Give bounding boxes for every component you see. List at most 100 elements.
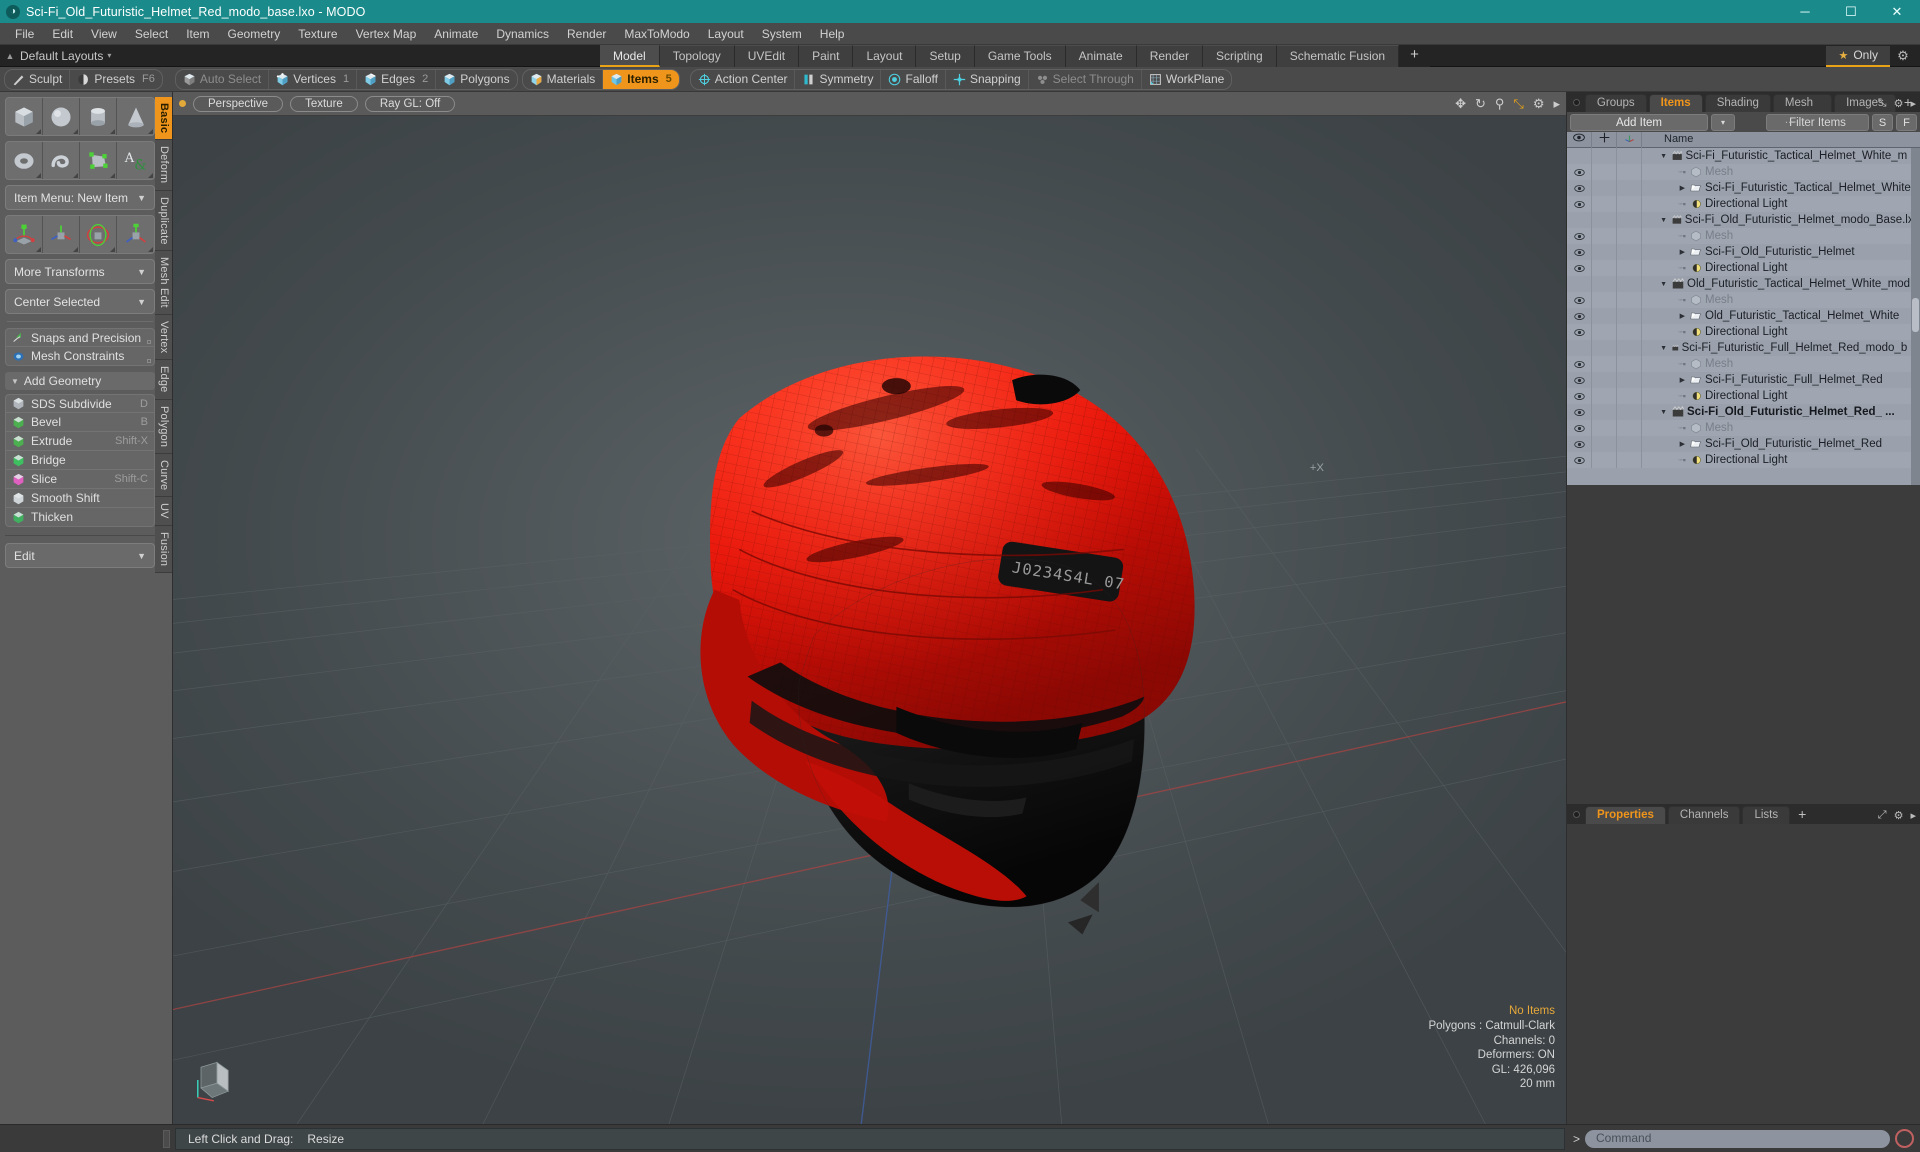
item-visibility-toggle[interactable] bbox=[1567, 292, 1592, 308]
item-lock-toggle[interactable] bbox=[1592, 164, 1617, 180]
filter-s-button[interactable]: S bbox=[1872, 113, 1893, 131]
item-lock-toggle[interactable] bbox=[1592, 404, 1617, 420]
item-transform-toggle[interactable] bbox=[1617, 340, 1642, 356]
item-list-scrollbar[interactable] bbox=[1911, 148, 1920, 485]
item-row[interactable]: ┈▪ Directional Light bbox=[1567, 324, 1920, 340]
viewport-more-icon[interactable]: ▸ bbox=[1553, 96, 1560, 112]
snaps-and-precision-row[interactable]: Snaps and Precision bbox=[5, 328, 155, 347]
panel-settings-icon[interactable]: ⚙ bbox=[1894, 809, 1904, 822]
menu-item-item[interactable]: Item bbox=[177, 23, 218, 45]
item-name-cell[interactable]: ▼ Sci-Fi_Old_Futuristic_Helmet_Red_ ... bbox=[1642, 406, 1920, 418]
menu-item-view[interactable]: View bbox=[82, 23, 126, 45]
item-visibility-toggle[interactable] bbox=[1567, 372, 1592, 388]
layout-tab-render[interactable]: Render bbox=[1136, 45, 1204, 67]
filter-f-button[interactable]: F bbox=[1896, 113, 1917, 131]
item-transform-toggle[interactable] bbox=[1617, 180, 1642, 196]
geometry-tool-bridge[interactable]: Bridge bbox=[5, 451, 155, 470]
rotate-tool[interactable] bbox=[80, 216, 117, 253]
item-visibility-toggle[interactable] bbox=[1567, 180, 1592, 196]
3d-viewport[interactable]: Perspective Texture Ray GL: Off ✥ ↻ ⚲ ⤡ ⚙ ▸ bbox=[173, 92, 1567, 1124]
item-transform-toggle[interactable] bbox=[1617, 436, 1642, 452]
panel-tab-items[interactable]: Items bbox=[1648, 94, 1703, 112]
geometry-tool-slice[interactable]: Slice Shift-C bbox=[5, 470, 155, 489]
menu-item-dynamics[interactable]: Dynamics bbox=[487, 23, 558, 45]
panel-tab-mesh[interactable]: Mesh ... bbox=[1772, 94, 1833, 126]
item-visibility-toggle[interactable] bbox=[1567, 452, 1592, 468]
spiral-tool[interactable] bbox=[43, 142, 80, 179]
menu-item-render[interactable]: Render bbox=[558, 23, 615, 45]
item-lock-toggle[interactable] bbox=[1592, 196, 1617, 212]
item-row[interactable]: ▶ Old_Futuristic_Tactical_Helmet_White bbox=[1567, 308, 1920, 324]
menu-item-texture[interactable]: Texture bbox=[289, 23, 346, 45]
item-visibility-toggle[interactable] bbox=[1567, 164, 1592, 180]
layout-tab-animate[interactable]: Animate bbox=[1065, 45, 1137, 67]
shading-mode-texture[interactable]: Texture bbox=[290, 95, 358, 112]
item-row[interactable]: ▼ Sci-Fi_Futuristic_Full_Helmet_Red_modo_… bbox=[1567, 340, 1920, 356]
add-layout-tab-button[interactable]: + bbox=[1399, 45, 1430, 67]
layout-tab-model[interactable]: Model bbox=[600, 45, 660, 67]
item-row[interactable]: ▶ Sci-Fi_Futuristic_Tactical_Helmet_White bbox=[1567, 180, 1920, 196]
toolbox-vtab-curve[interactable]: Curve bbox=[155, 454, 172, 498]
panel-tab-shading[interactable]: Shading bbox=[1704, 94, 1771, 112]
item-transform-toggle[interactable] bbox=[1617, 244, 1642, 260]
twirl-down-icon[interactable]: ▼ bbox=[1660, 345, 1667, 352]
geometry-tool-extrude[interactable]: Extrude Shift-X bbox=[5, 432, 155, 451]
filter-items-input[interactable]: Filter Items bbox=[1766, 113, 1869, 131]
text-tool[interactable]: A & bbox=[117, 142, 154, 179]
rotate-icon[interactable]: ↻ bbox=[1475, 96, 1486, 112]
item-name-cell[interactable]: ▼ Old_Futuristic_Tactical_Helmet_White_mo… bbox=[1642, 278, 1920, 290]
close-button[interactable]: ✕ bbox=[1874, 0, 1920, 23]
scrollbar-thumb[interactable] bbox=[1912, 298, 1919, 332]
item-name-cell[interactable]: ┈▪ Directional Light bbox=[1642, 390, 1920, 402]
geometry-tool-sds-subdivide[interactable]: SDS Subdivide D bbox=[5, 394, 155, 413]
twirl-right-icon[interactable]: ▶ bbox=[1680, 440, 1685, 448]
mode-button-snapping[interactable]: Snapping bbox=[946, 69, 1029, 89]
only-button[interactable]: ★ Only bbox=[1826, 45, 1890, 67]
layout-collapse-icon[interactable]: ▲ bbox=[0, 51, 20, 61]
item-lock-toggle[interactable] bbox=[1592, 388, 1617, 404]
item-visibility-toggle[interactable] bbox=[1567, 340, 1592, 356]
default-layouts-label[interactable]: Default Layouts bbox=[20, 49, 107, 63]
item-visibility-toggle[interactable] bbox=[1567, 404, 1592, 420]
item-name-cell[interactable]: ▼ Sci-Fi_Futuristic_Tactical_Helmet_White… bbox=[1642, 150, 1920, 162]
mode-button-auto-select[interactable]: Auto Select bbox=[176, 69, 270, 89]
panel-menu-dot-icon[interactable] bbox=[1573, 99, 1580, 106]
item-name-cell[interactable]: ┈▪ Directional Light bbox=[1642, 262, 1920, 274]
mode-button-falloff[interactable]: Falloff bbox=[881, 69, 946, 89]
maximize-button[interactable]: ☐ bbox=[1828, 0, 1874, 23]
axis-gizmo-icon[interactable] bbox=[193, 1056, 241, 1104]
menu-item-system[interactable]: System bbox=[753, 23, 811, 45]
item-name-cell[interactable]: ▶ Old_Futuristic_Tactical_Helmet_White bbox=[1642, 310, 1920, 322]
item-name-cell[interactable]: ┈▪ Directional Light bbox=[1642, 326, 1920, 338]
status-grip-icon[interactable] bbox=[163, 1129, 170, 1148]
mode-button-vertices[interactable]: Vertices 1 bbox=[269, 69, 358, 89]
expand-panel-icon[interactable]: ⤢ bbox=[1878, 809, 1887, 822]
item-transform-toggle[interactable] bbox=[1617, 356, 1642, 372]
transform-column-header[interactable] bbox=[1617, 131, 1642, 148]
twirl-down-icon[interactable]: ▼ bbox=[1660, 281, 1667, 288]
toolbox-vtab-edge[interactable]: Edge bbox=[155, 360, 172, 400]
item-row[interactable]: ▼ Sci-Fi_Futuristic_Tactical_Helmet_White… bbox=[1567, 148, 1920, 164]
item-name-cell[interactable]: ┈▪ Mesh bbox=[1642, 294, 1920, 306]
visibility-column-header[interactable] bbox=[1567, 131, 1592, 148]
toolbox-vtab-vertex[interactable]: Vertex bbox=[155, 315, 172, 361]
minimize-button[interactable]: ─ bbox=[1782, 0, 1828, 23]
item-visibility-toggle[interactable] bbox=[1567, 276, 1592, 292]
item-name-cell[interactable]: ▶ Sci-Fi_Futuristic_Full_Helmet_Red bbox=[1642, 374, 1920, 386]
add-item-chevron-down-icon[interactable]: ▾ bbox=[1711, 113, 1735, 131]
menu-item-edit[interactable]: Edit bbox=[43, 23, 82, 45]
raygl-toggle[interactable]: Ray GL: Off bbox=[364, 95, 456, 112]
item-name-cell[interactable]: ┈▪ Directional Light bbox=[1642, 198, 1920, 210]
options-square-icon[interactable] bbox=[147, 359, 151, 363]
cone-tool[interactable] bbox=[117, 98, 154, 135]
item-row[interactable]: ┈▪ Mesh bbox=[1567, 420, 1920, 436]
menu-item-vertex-map[interactable]: Vertex Map bbox=[347, 23, 426, 45]
mode-button-presets[interactable]: Presets F6 bbox=[70, 70, 162, 89]
item-lock-toggle[interactable] bbox=[1592, 260, 1617, 276]
item-name-cell[interactable]: ▼ Sci-Fi_Futuristic_Full_Helmet_Red_modo_… bbox=[1642, 342, 1920, 354]
item-row[interactable]: ▼ Sci-Fi_Old_Futuristic_Helmet_modo_Base.… bbox=[1567, 212, 1920, 228]
twirl-down-icon[interactable]: ▼ bbox=[1660, 217, 1667, 224]
move-tool[interactable] bbox=[6, 216, 43, 253]
twirl-down-icon[interactable]: ▼ bbox=[1660, 153, 1667, 160]
cylinder-tool[interactable] bbox=[80, 98, 117, 135]
